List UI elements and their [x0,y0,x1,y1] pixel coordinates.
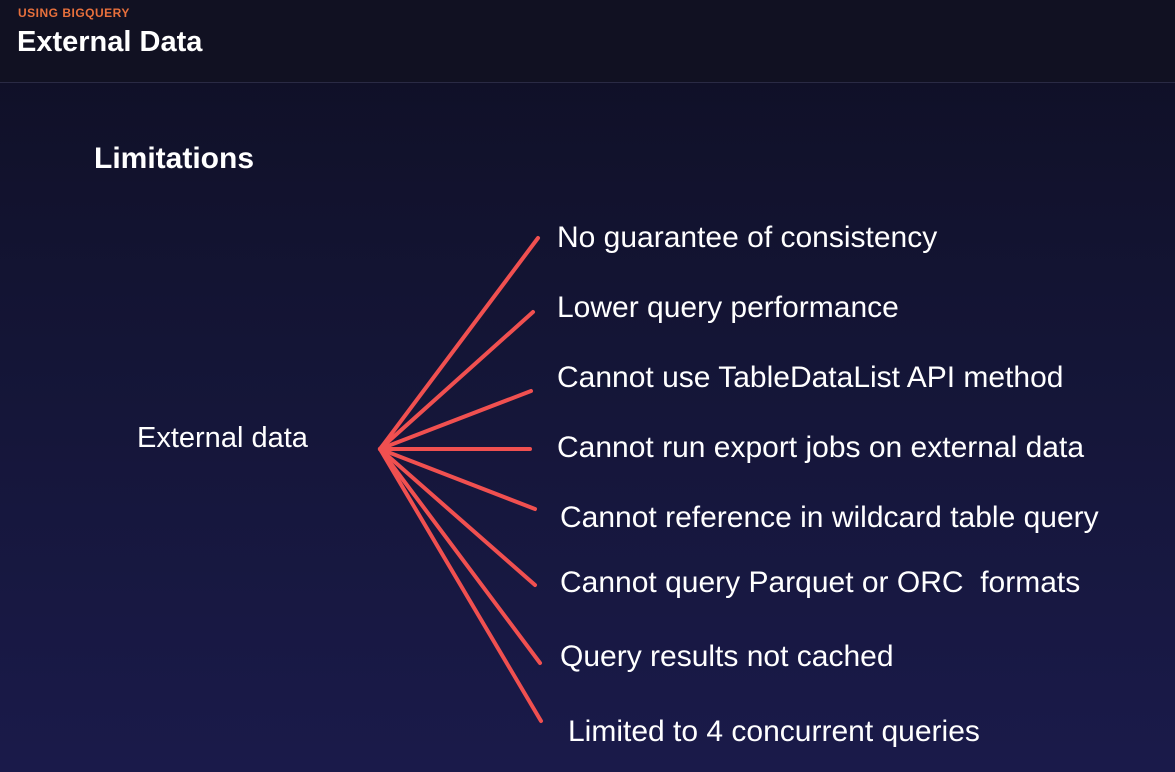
limitation-item: Cannot reference in wildcard table query [560,501,1099,534]
limitation-item: Limited to 4 concurrent queries [568,715,980,748]
limitation-item: Cannot use TableDataList API method [557,361,1064,394]
connector-line [378,447,543,723]
connector-line [378,447,537,587]
limitation-item: Lower query performance [557,291,899,324]
limitation-item: Cannot query Parquet or ORC formats [560,566,1081,599]
limitation-item: Query results not cached [560,640,894,673]
connector-line [378,310,535,451]
limitation-item: No guarantee of consistency [557,221,938,254]
limitation-item: Cannot run export jobs on external data [557,431,1085,464]
